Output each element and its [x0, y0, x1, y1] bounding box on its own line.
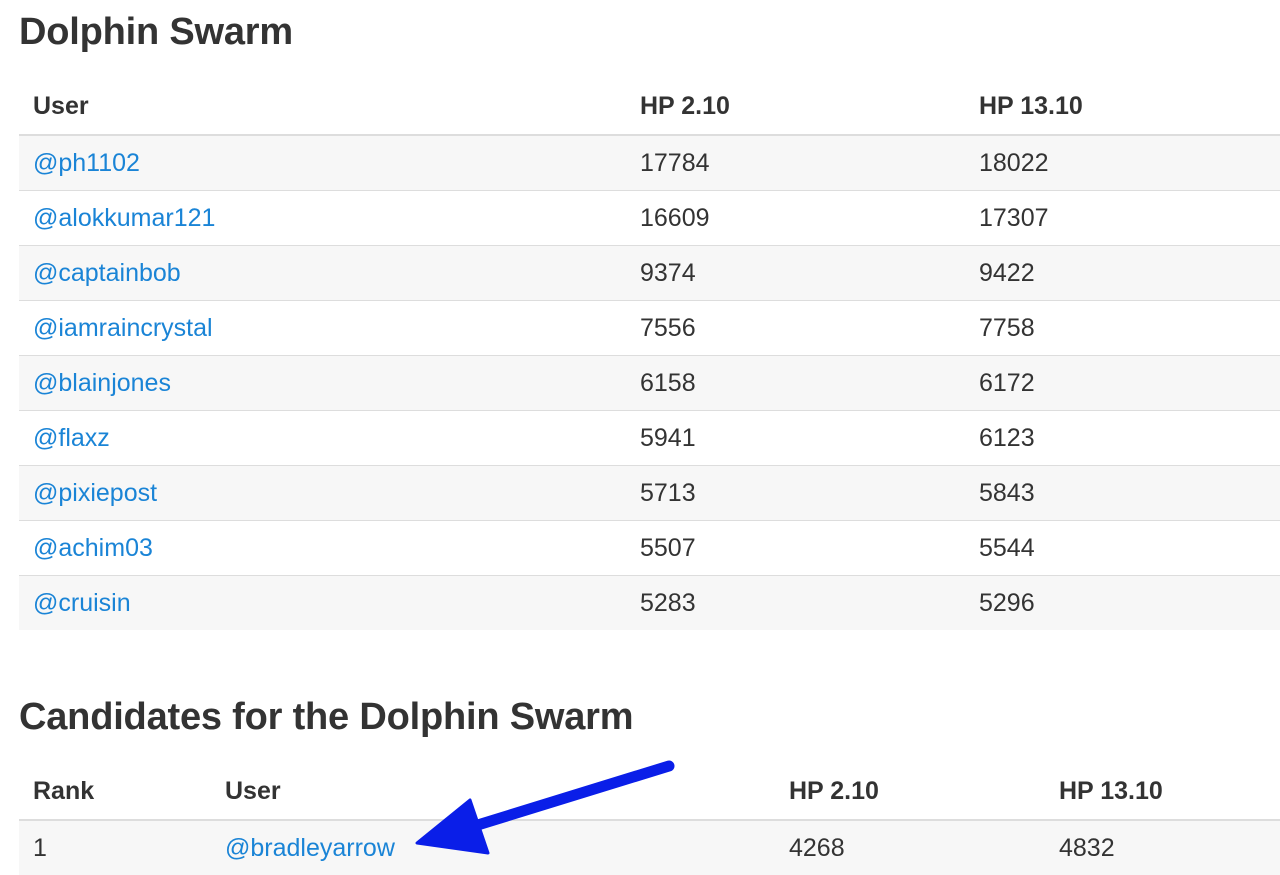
- hp-2-10-cell: 16609: [626, 190, 965, 246]
- user-link[interactable]: @ph1102: [33, 149, 140, 177]
- user-cell: @alokkumar121: [19, 190, 626, 246]
- user-link[interactable]: @captainbob: [33, 259, 181, 287]
- table-header-row: Rank User HP 2.10 HP 13.10: [19, 764, 1280, 821]
- user-cell: @bradleyarrow: [211, 820, 775, 875]
- table-row: @pixiepost 5713 5843: [19, 465, 1280, 521]
- hp-13-10-cell: 4832: [1045, 820, 1280, 875]
- hp-2-10-cell: 4268: [775, 820, 1045, 875]
- user-link[interactable]: @pixiepost: [33, 479, 157, 507]
- hp-13-10-cell: 5544: [965, 520, 1280, 576]
- table-row: @alokkumar121 16609 17307: [19, 190, 1280, 246]
- hp-2-10-cell: 6158: [626, 355, 965, 411]
- user-link[interactable]: @achim03: [33, 534, 153, 562]
- column-header-hp-2-10: HP 2.10: [775, 764, 1045, 821]
- column-header-hp-2-10: HP 2.10: [626, 79, 965, 136]
- user-link[interactable]: @cruisin: [33, 589, 131, 617]
- hp-2-10-cell: 17784: [626, 135, 965, 191]
- table-row: @captainbob 9374 9422: [19, 245, 1280, 301]
- hp-2-10-cell: 5283: [626, 575, 965, 630]
- page: Dolphin Swarm User HP 2.10 HP 13.10 @ph1…: [0, 0, 1280, 875]
- dolphin-swarm-table: User HP 2.10 HP 13.10 @ph1102 17784 1802…: [19, 79, 1280, 630]
- table-row: @flaxz 5941 6123: [19, 410, 1280, 466]
- table-row: @blainjones 6158 6172: [19, 355, 1280, 411]
- user-cell: @blainjones: [19, 355, 626, 411]
- hp-13-10-cell: 6123: [965, 410, 1280, 466]
- hp-13-10-cell: 5296: [965, 575, 1280, 630]
- candidates-title: Candidates for the Dolphin Swarm: [19, 696, 634, 738]
- column-header-user: User: [19, 79, 626, 136]
- user-link[interactable]: @blainjones: [33, 369, 171, 397]
- user-cell: @cruisin: [19, 575, 626, 630]
- hp-13-10-cell: 6172: [965, 355, 1280, 411]
- user-link[interactable]: @bradleyarrow: [225, 834, 395, 862]
- user-cell: @flaxz: [19, 410, 626, 466]
- column-header-hp-13-10: HP 13.10: [1045, 764, 1280, 821]
- hp-13-10-cell: 17307: [965, 190, 1280, 246]
- dolphin-swarm-title: Dolphin Swarm: [19, 11, 293, 53]
- user-cell: @captainbob: [19, 245, 626, 301]
- hp-13-10-cell: 5843: [965, 465, 1280, 521]
- hp-13-10-cell: 9422: [965, 245, 1280, 301]
- hp-13-10-cell: 18022: [965, 135, 1280, 191]
- table-header-row: User HP 2.10 HP 13.10: [19, 79, 1280, 136]
- user-link[interactable]: @alokkumar121: [33, 204, 215, 232]
- hp-2-10-cell: 5507: [626, 520, 965, 576]
- column-header-rank: Rank: [19, 764, 211, 821]
- user-link[interactable]: @iamraincrystal: [33, 314, 213, 342]
- user-cell: @iamraincrystal: [19, 300, 626, 356]
- table-row: @iamraincrystal 7556 7758: [19, 300, 1280, 356]
- table-row: @cruisin 5283 5296: [19, 575, 1280, 630]
- rank-cell: 1: [19, 820, 211, 875]
- hp-2-10-cell: 5713: [626, 465, 965, 521]
- user-cell: @ph1102: [19, 135, 626, 191]
- column-header-hp-13-10: HP 13.10: [965, 79, 1280, 136]
- candidates-table: Rank User HP 2.10 HP 13.10 1 @bradleyarr…: [19, 764, 1280, 875]
- hp-13-10-cell: 7758: [965, 300, 1280, 356]
- hp-2-10-cell: 9374: [626, 245, 965, 301]
- user-cell: @pixiepost: [19, 465, 626, 521]
- column-header-user: User: [211, 764, 775, 821]
- hp-2-10-cell: 7556: [626, 300, 965, 356]
- table-row: 1 @bradleyarrow 4268 4832: [19, 820, 1280, 875]
- user-cell: @achim03: [19, 520, 626, 576]
- user-link[interactable]: @flaxz: [33, 424, 110, 452]
- hp-2-10-cell: 5941: [626, 410, 965, 466]
- table-row: @achim03 5507 5544: [19, 520, 1280, 576]
- table-row: @ph1102 17784 18022: [19, 135, 1280, 191]
